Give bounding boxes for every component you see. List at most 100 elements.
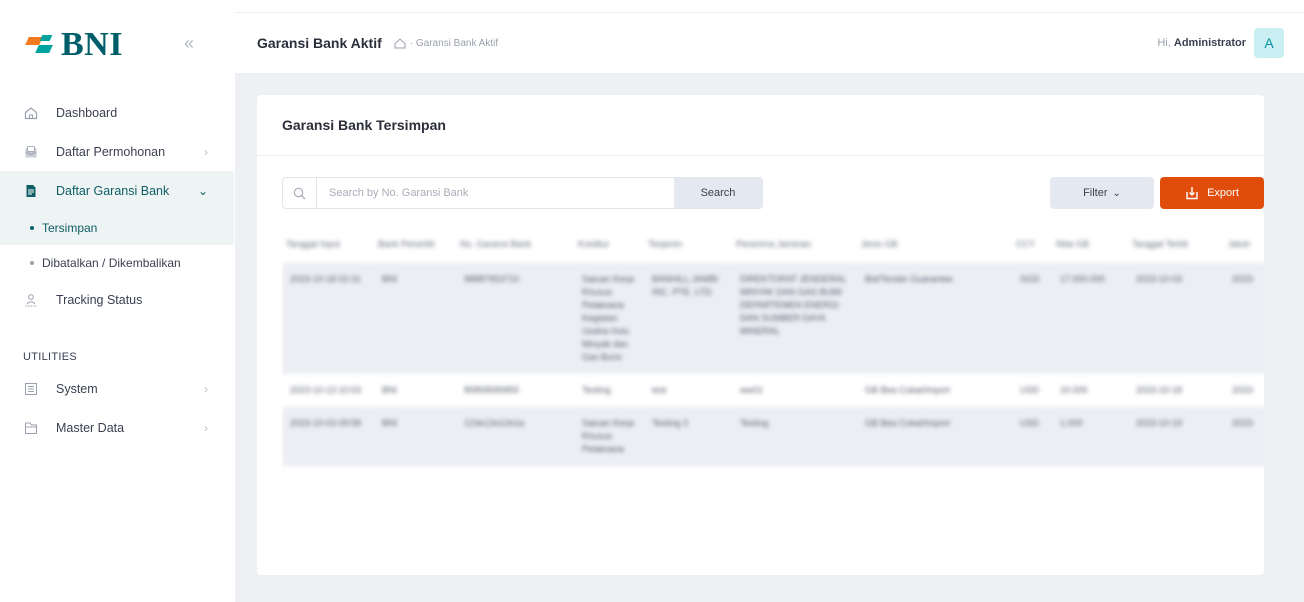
top-header: Garansi Bank Aktif · Garansi Bank Aktif … — [235, 12, 1304, 73]
bullet-icon — [30, 260, 34, 265]
sidebar-nav: Dashboard Daftar Permohonan › Daftar Gar… — [0, 93, 234, 447]
sidebar-item-system[interactable]: System › — [0, 369, 234, 408]
chevron-down-icon: ⌄ — [197, 183, 208, 198]
table-cell: USD — [1020, 418, 1040, 428]
table-cell: 2023-10-19 — [1136, 418, 1183, 428]
table-cell: 2023- — [1232, 385, 1256, 395]
sidebar-subitem-label: Tersimpan — [42, 220, 98, 235]
logo-text: BNI — [61, 26, 123, 63]
sidebar-subitem-tersimpan[interactable]: Tersimpan — [0, 210, 234, 245]
search-icon — [283, 178, 317, 208]
bni-logo-mark-icon — [25, 33, 57, 57]
sidebar-item-tracking-status[interactable]: Tracking Status — [0, 280, 234, 319]
table-cell: 123e12e12e1a — [464, 418, 525, 428]
chevron-right-icon: › — [204, 144, 208, 159]
chevron-right-icon: › — [204, 420, 208, 435]
sidebar-subitem-label: Dibatalkan / Dikembalikan — [42, 255, 181, 270]
user-greeting[interactable]: Hi, Administrator — [1157, 37, 1246, 49]
column-header[interactable]: Penerima Jaminan — [732, 225, 857, 263]
table-cell: BNI — [382, 418, 398, 428]
table-cell: 2023- — [1232, 418, 1256, 428]
sidebar-item-label: Daftar Garansi Bank — [56, 183, 170, 198]
table-cell: Testing — [740, 418, 769, 428]
breadcrumb: · Garansi Bank Aktif — [394, 38, 498, 49]
sidebar-item-label: Daftar Permohonan — [56, 144, 166, 159]
table-cell: Testing — [582, 385, 611, 395]
column-header[interactable]: Terjamin — [644, 225, 732, 263]
table-cell: 10.000 — [1060, 385, 1088, 395]
list-icon — [23, 381, 39, 397]
table-cell: SGD — [1020, 274, 1040, 284]
table-cell: BNI — [382, 385, 398, 395]
sidebar-item-master-data[interactable]: Master Data › — [0, 408, 234, 447]
avatar[interactable]: A — [1254, 28, 1284, 58]
table-cell: test — [652, 385, 667, 395]
double-chevron-left-icon[interactable]: « — [184, 33, 194, 54]
table-cell: Satuan Kerja Khusus Pelaksana Kegiatan U… — [582, 274, 635, 362]
export-icon — [1186, 187, 1198, 200]
table-cell: 98887953710 — [464, 274, 520, 284]
sidebar-item-daftar-permohonan[interactable]: Daftar Permohonan › — [0, 132, 234, 171]
sidebar-item-label: Tracking Status — [56, 292, 143, 307]
user-name: Administrator — [1173, 37, 1246, 49]
table-header-row: Tanggal Input Bank Penerbit No. Garansi … — [282, 225, 1264, 263]
folder-icon — [23, 420, 39, 436]
column-header[interactable]: Nilai GB — [1052, 225, 1128, 263]
column-header[interactable]: CCY — [1012, 225, 1052, 263]
table-cell: GB Bea Cukai/Import — [865, 385, 951, 395]
column-header[interactable]: No. Garansi Bank — [456, 225, 574, 263]
table-cell: 1.000 — [1060, 418, 1083, 428]
search-button[interactable]: Search — [674, 178, 762, 208]
table-cell: 17.000.000 — [1060, 274, 1106, 284]
sidebar-item-daftar-garansi-bank[interactable]: Daftar Garansi Bank ⌄ — [0, 171, 234, 210]
column-header[interactable]: Kreditur — [574, 225, 644, 263]
table-cell: BNI — [382, 274, 398, 284]
garansi-table: Tanggal Input Bank Penerbit No. Garansi … — [282, 225, 1264, 575]
chevron-right-icon: › — [204, 381, 208, 396]
sidebar-subitem-dibatalkan[interactable]: Dibatalkan / Dikembalikan — [0, 245, 234, 280]
sidebar-item-dashboard[interactable]: Dashboard — [0, 93, 234, 132]
home-icon[interactable] — [394, 37, 406, 49]
column-header[interactable]: Tanggal Input — [282, 225, 374, 263]
card-title: Garansi Bank Tersimpan — [257, 95, 1264, 156]
inbox-icon — [23, 144, 39, 160]
chevron-down-icon: ⌄ — [1112, 187, 1121, 199]
table-cell: 2023-10-03 09:58 — [290, 418, 362, 428]
table-cell: ww01 — [740, 385, 764, 395]
content-card: Garansi Bank Tersimpan Search Filter ⌄ E… — [257, 95, 1264, 575]
bullet-icon — [30, 225, 34, 230]
table-cell: 2023- — [1232, 274, 1256, 284]
table-row[interactable]: 2023-10-18 02:31 BNI 98887953710 Satuan … — [282, 263, 1264, 374]
sidebar-item-label: System — [56, 381, 98, 396]
table-cell: 2023-10-13 10:03 — [290, 385, 362, 395]
table-cell: 2023-10-18 — [1136, 385, 1183, 395]
column-header[interactable]: Jatuh — [1224, 225, 1264, 263]
table-cell: USD — [1020, 385, 1040, 395]
table-row[interactable]: 2023-10-13 10:03 BNI 85858585855 Testing… — [282, 374, 1264, 407]
column-header[interactable]: Jenis GB — [857, 225, 1012, 263]
sidebar-item-label: Master Data — [56, 420, 125, 435]
export-button[interactable]: Export — [1160, 177, 1264, 209]
filter-button[interactable]: Filter ⌄ — [1050, 177, 1154, 209]
table-cell: Testing 3 — [652, 418, 689, 428]
users-icon — [23, 292, 39, 308]
column-header[interactable]: Bank Penerbit — [374, 225, 456, 263]
table-cell: BANHILL JAMBI INC. PTE. LTD. — [652, 274, 719, 297]
table-row[interactable]: 2023-10-03 09:58 BNI 123e12e12e1a Satuan… — [282, 407, 1264, 466]
column-header[interactable]: Tanggal Terbit — [1128, 225, 1224, 263]
table-cell: 85858585855 — [464, 385, 520, 395]
document-icon — [23, 183, 39, 199]
section-label-utilities: UTILITIES — [23, 351, 78, 363]
table-cell: Bid/Tender Guarantee — [865, 274, 954, 284]
table-cell: Satuan Kerja Khusus Pelaksana — [582, 418, 635, 454]
table-cell: GB Bea Cukai/Import — [865, 418, 951, 428]
table-cell: DIREKTORAT JENDERAL MINYAK DAN GAS BUMI … — [740, 274, 847, 336]
breadcrumb-current[interactable]: Garansi Bank Aktif — [416, 38, 498, 49]
table-cell: 2023-10-18 02:31 — [290, 274, 362, 284]
sidebar-item-label: Dashboard — [56, 105, 118, 120]
search-input[interactable] — [317, 178, 674, 208]
table-cell: 2023-10-03 — [1136, 274, 1183, 284]
filter-label: Filter — [1083, 187, 1108, 199]
home-icon — [23, 105, 39, 121]
bni-logo[interactable]: BNI — [25, 26, 123, 63]
